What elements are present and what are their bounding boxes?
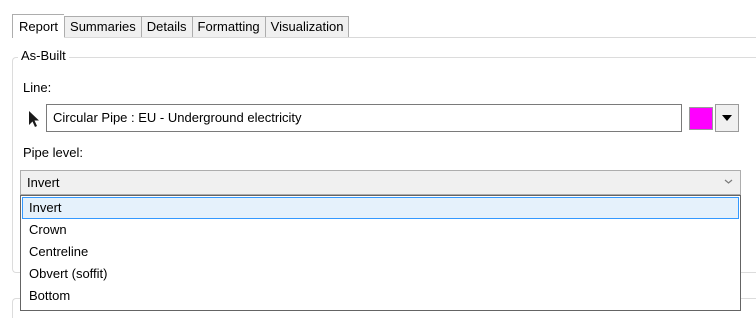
tab-details[interactable]: Details (140, 16, 192, 38)
tab-bar: Report Summaries Details Formatting Visu… (0, 0, 756, 38)
chevron-down-icon (724, 179, 733, 184)
pipe-level-dropdown-list: Invert Crown Centreline Obvert (soffit) … (20, 195, 741, 311)
color-dropdown-button[interactable] (715, 104, 739, 132)
line-color-swatch[interactable] (689, 107, 713, 130)
option-bottom[interactable]: Bottom (22, 285, 739, 307)
tab-strip: Report Summaries Details Formatting Visu… (12, 14, 350, 38)
pipe-level-select[interactable]: Invert (20, 170, 741, 195)
option-crown[interactable]: Crown (22, 219, 739, 241)
tab-formatting[interactable]: Formatting (191, 16, 265, 38)
line-label: Line: (23, 80, 52, 95)
tab-divider (12, 37, 756, 38)
chevron-down-icon (722, 115, 732, 121)
as-built-title: As-Built (18, 48, 69, 64)
option-centreline[interactable]: Centreline (22, 241, 739, 263)
tab-visualization[interactable]: Visualization (264, 16, 350, 38)
tab-report[interactable]: Report (12, 14, 65, 38)
option-invert[interactable]: Invert (22, 197, 739, 219)
option-obvert-soffit[interactable]: Obvert (soffit) (22, 263, 739, 285)
pipe-level-selected-value: Invert (27, 175, 60, 190)
pipe-level-label: Pipe level: (23, 145, 83, 160)
tab-summaries[interactable]: Summaries (64, 16, 141, 38)
arrow-pointer-icon[interactable] (27, 110, 41, 128)
line-field[interactable]: Circular Pipe : EU - Underground electri… (46, 104, 682, 132)
